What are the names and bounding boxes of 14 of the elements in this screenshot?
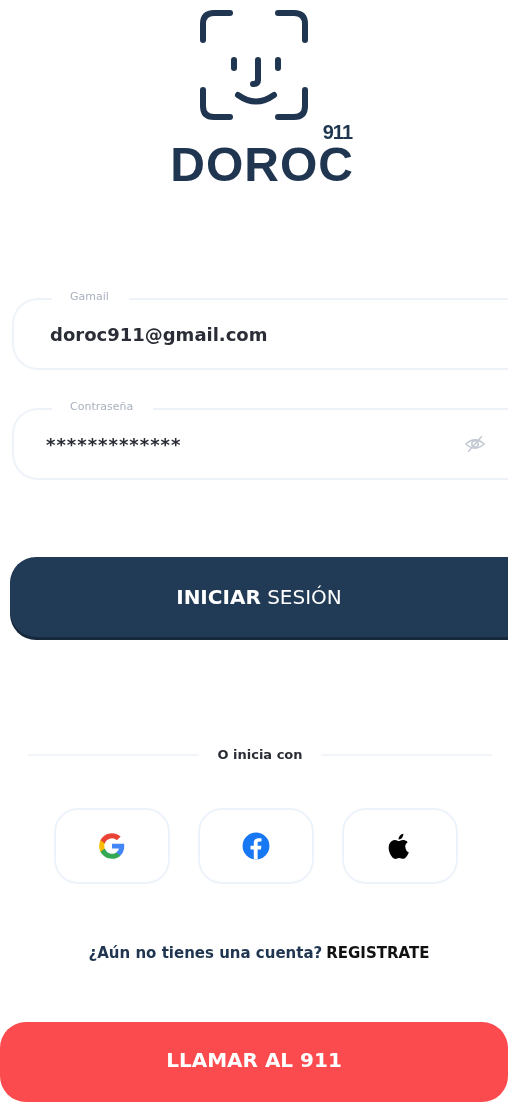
google-login-button[interactable] — [54, 808, 170, 884]
divider-text: O inicia con — [217, 747, 303, 762]
login-button[interactable]: INICIAR SESIÓN — [10, 557, 508, 637]
register-link[interactable]: REGISTRATE — [326, 944, 430, 962]
apple-login-button[interactable] — [342, 808, 458, 884]
logo-number: 911 — [322, 122, 352, 142]
facebook-login-button[interactable] — [198, 808, 314, 884]
facebook-f-icon — [242, 832, 270, 860]
field-value: doroc911@gmail.com — [50, 323, 269, 345]
logo-wordmark: DOROC — [170, 142, 354, 188]
register-prompt: ¿Aún no tienes una cuenta? — [88, 944, 323, 962]
face-scan-icon — [200, 10, 308, 120]
field-value: ************* — [46, 433, 183, 455]
google-g-icon — [98, 832, 126, 860]
